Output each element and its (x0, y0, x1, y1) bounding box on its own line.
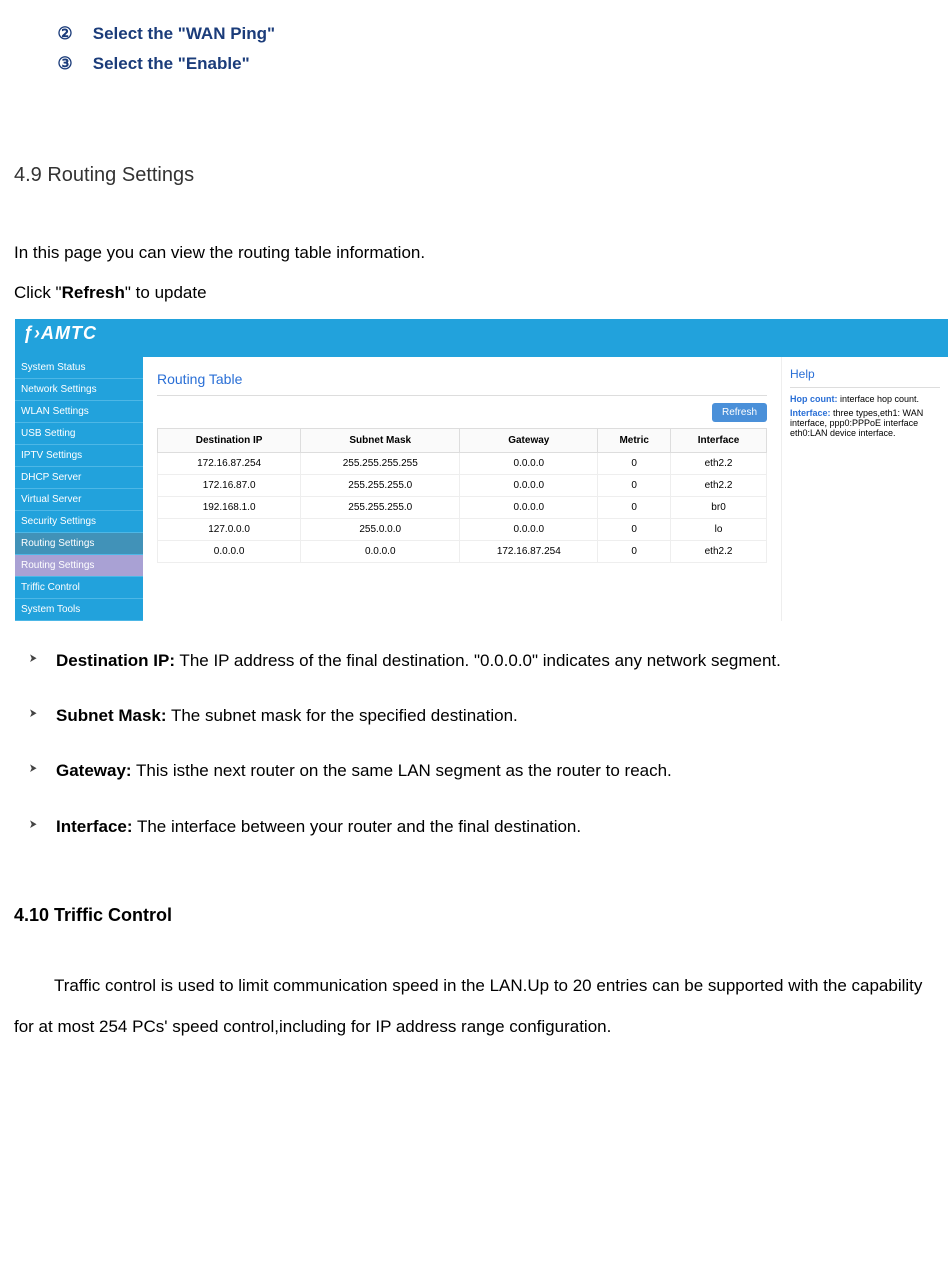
sidebar-item[interactable]: WLAN Settings (15, 401, 143, 423)
table-cell: 0.0.0.0 (158, 540, 301, 562)
router-ui-screenshot: ƒ›AMTC System StatusNetwork SettingsWLAN… (14, 318, 949, 622)
step-2-num: ② (54, 24, 76, 44)
section-49-intro-1: In this page you can view the routing ta… (14, 237, 937, 269)
definition-term: Destination IP: (56, 651, 175, 670)
help-interface: Interface: three types,eth1: WAN interfa… (790, 408, 940, 438)
sidebar-item[interactable]: System Tools (15, 599, 143, 621)
definition-item: Destination IP: The IP address of the fi… (14, 642, 937, 679)
table-cell: 127.0.0.0 (158, 518, 301, 540)
table-row: 127.0.0.0255.0.0.00.0.0.00lo (158, 518, 767, 540)
sidebar-item[interactable]: DHCP Server (15, 467, 143, 489)
definition-item: Interface: The interface between your ro… (14, 808, 937, 845)
refresh-button[interactable]: Refresh (712, 403, 767, 422)
sidebar: System StatusNetwork SettingsWLAN Settin… (15, 357, 143, 621)
table-cell: eth2.2 (671, 452, 767, 474)
table-cell: 172.16.87.254 (158, 452, 301, 474)
step-3: ③ Select the "Enable" (54, 54, 937, 74)
definition-text: The IP address of the final destination.… (175, 651, 781, 670)
table-row: 172.16.87.254255.255.255.2550.0.0.00eth2… (158, 452, 767, 474)
definition-term: Gateway: (56, 761, 132, 780)
sidebar-item[interactable]: Network Settings (15, 379, 143, 401)
section-410-heading: 4.10 Triffic Control (14, 905, 937, 926)
table-cell: 255.255.255.255 (301, 452, 460, 474)
definition-item: Subnet Mask: The subnet mask for the spe… (14, 697, 937, 734)
table-cell: 0 (598, 496, 671, 518)
definitions-list: Destination IP: The IP address of the fi… (14, 642, 937, 846)
table-header-cell: Gateway (460, 428, 598, 452)
step-3-text: Select the "Enable" (93, 54, 250, 73)
help-title: Help (790, 367, 940, 388)
table-cell: 0.0.0.0 (460, 474, 598, 496)
sidebar-item[interactable]: Security Settings (15, 511, 143, 533)
intro2-a: Click " (14, 283, 62, 302)
table-cell: 0 (598, 474, 671, 496)
logo: ƒ›AMTC (23, 323, 97, 343)
section-410-body: Traffic control is used to limit communi… (14, 966, 937, 1048)
table-header-cell: Destination IP (158, 428, 301, 452)
table-cell: 0.0.0.0 (460, 496, 598, 518)
table-cell: 0.0.0.0 (301, 540, 460, 562)
table-cell: 0 (598, 452, 671, 474)
sidebar-item[interactable]: IPTV Settings (15, 445, 143, 467)
table-cell: 0.0.0.0 (460, 518, 598, 540)
table-row: 192.168.1.0255.255.255.00.0.0.00br0 (158, 496, 767, 518)
sidebar-item[interactable]: Routing Settings (15, 555, 143, 577)
table-cell: eth2.2 (671, 540, 767, 562)
definition-term: Interface: (56, 817, 133, 836)
help-hop-text: interface hop count. (838, 394, 920, 404)
main-panel: Routing Table Refresh Destination IPSubn… (143, 357, 781, 621)
table-cell: 172.16.87.0 (158, 474, 301, 496)
definition-item: Gateway: This isthe next router on the s… (14, 752, 937, 789)
intro2-b: Refresh (62, 283, 125, 302)
table-cell: lo (671, 518, 767, 540)
step-2: ② Select the "WAN Ping" (54, 24, 937, 44)
sidebar-item[interactable]: System Status (15, 357, 143, 379)
step-3-num: ③ (54, 54, 76, 74)
table-row: 172.16.87.0255.255.255.00.0.0.00eth2.2 (158, 474, 767, 496)
table-cell: 255.0.0.0 (301, 518, 460, 540)
table-row: 0.0.0.00.0.0.0172.16.87.2540eth2.2 (158, 540, 767, 562)
table-cell: 255.255.255.0 (301, 496, 460, 518)
panel-title: Routing Table (157, 367, 767, 396)
table-header-cell: Interface (671, 428, 767, 452)
intro2-c: " to update (125, 283, 207, 302)
table-cell: 172.16.87.254 (460, 540, 598, 562)
help-panel: Help Hop count: interface hop count. Int… (781, 357, 948, 621)
help-hop: Hop count: interface hop count. (790, 394, 940, 404)
sidebar-item[interactable]: USB Setting (15, 423, 143, 445)
definition-text: The subnet mask for the specified destin… (167, 706, 518, 725)
routing-table: Destination IPSubnet MaskGatewayMetricIn… (157, 428, 767, 563)
step-2-text: Select the "WAN Ping" (93, 24, 275, 43)
sidebar-item[interactable]: Virtual Server (15, 489, 143, 511)
section-49-intro-2: Click "Refresh" to update (14, 277, 937, 309)
definition-text: The interface between your router and th… (133, 817, 582, 836)
ui-header: ƒ›AMTC (15, 319, 948, 357)
definition-term: Subnet Mask: (56, 706, 167, 725)
definition-text: This isthe next router on the same LAN s… (132, 761, 672, 780)
help-hop-label: Hop count: (790, 394, 838, 404)
table-cell: 192.168.1.0 (158, 496, 301, 518)
sidebar-item[interactable]: Triffic Control (15, 577, 143, 599)
sidebar-item[interactable]: Routing Settings (15, 533, 143, 555)
table-cell: 0.0.0.0 (460, 452, 598, 474)
table-cell: 0 (598, 518, 671, 540)
table-cell: br0 (671, 496, 767, 518)
help-iface-label: Interface: (790, 408, 831, 418)
table-cell: 0 (598, 540, 671, 562)
table-header-cell: Subnet Mask (301, 428, 460, 452)
table-cell: eth2.2 (671, 474, 767, 496)
section-49-heading: 4.9 Routing Settings (14, 164, 937, 187)
table-cell: 255.255.255.0 (301, 474, 460, 496)
table-header-cell: Metric (598, 428, 671, 452)
